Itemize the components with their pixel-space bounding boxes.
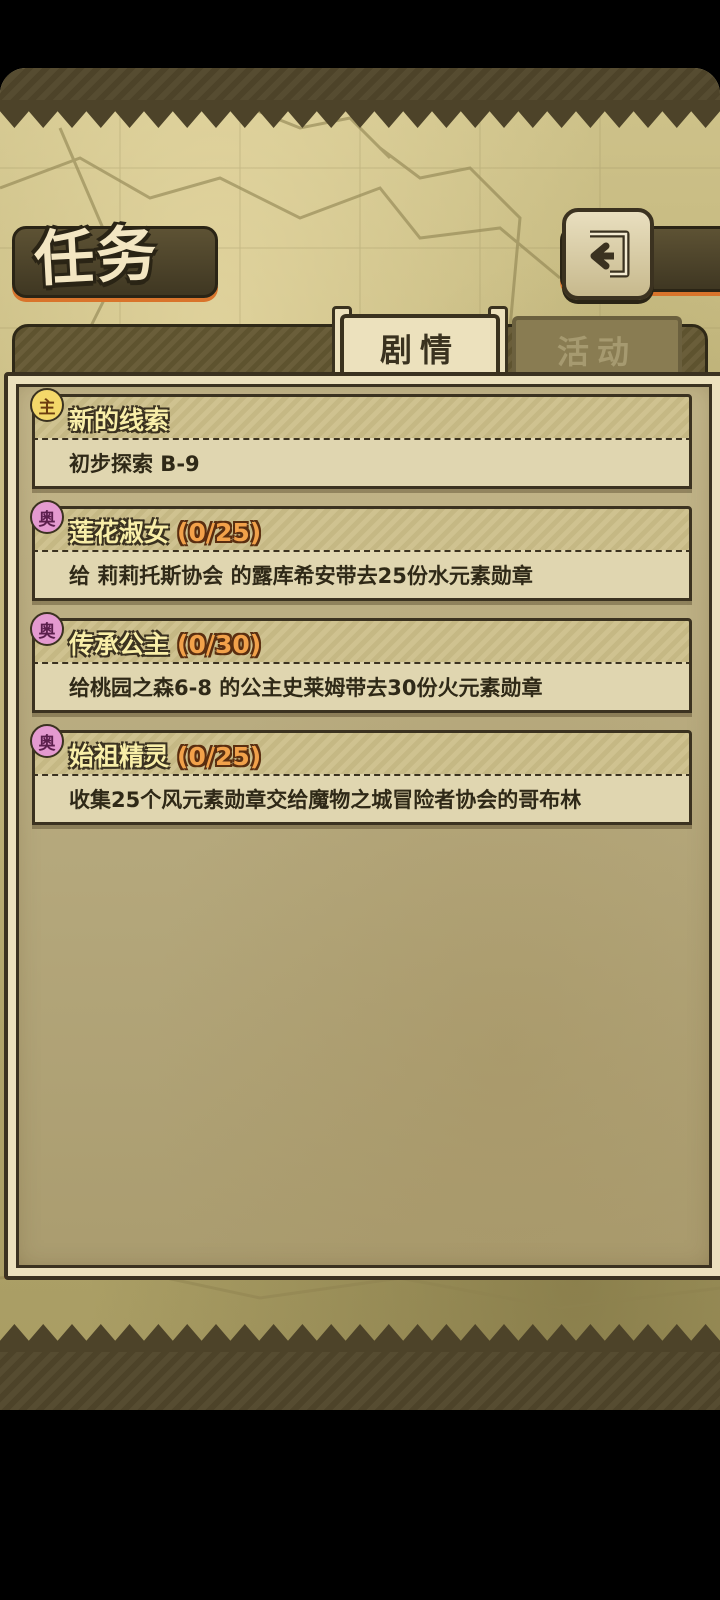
- quest-progress: (0/25): [177, 518, 262, 547]
- quest-header: 始祖精灵 (0/25): [32, 730, 692, 778]
- quest-progress: (0/25): [177, 742, 262, 771]
- quest-title: 新的线索: [69, 406, 170, 435]
- quest-header: 传承公主 (0/30): [32, 618, 692, 666]
- quest-item[interactable]: 新的线索 主 初步探索 B-9: [30, 388, 692, 492]
- side-quest-badge-icon: 奥: [30, 612, 64, 646]
- tab-events[interactable]: 活动: [512, 316, 682, 380]
- return-arrow-icon: [590, 230, 630, 278]
- quest-title: 始祖精灵 (0/25): [69, 742, 262, 771]
- quest-body: 给 莉莉托斯协会 的露库希安带去25份水元素勋章: [32, 550, 692, 601]
- quest-body: 给桃园之森6-8 的公主史莱姆带去30份火元素勋章: [32, 662, 692, 713]
- tab-story[interactable]: 剧情: [340, 314, 500, 378]
- side-quest-badge-icon: 奥: [30, 500, 64, 534]
- quest-header: 新的线索: [32, 394, 692, 442]
- quest-item[interactable]: 莲花淑女 (0/25) 奥 给 莉莉托斯协会 的露库希安带去25份水元素勋章: [30, 500, 692, 604]
- quest-description: 给 莉莉托斯协会 的露库希安带去25份水元素勋章: [69, 564, 533, 588]
- back-button[interactable]: [562, 208, 654, 300]
- quest-description: 收集25个风元素勋章交给魔物之城冒险者协会的哥布林: [69, 788, 582, 812]
- quest-header: 莲花淑女 (0/25): [32, 506, 692, 554]
- quest-progress: (0/30): [177, 630, 262, 659]
- page-title: 任务: [32, 218, 161, 296]
- quest-body: 初步探索 B-9: [32, 438, 692, 489]
- quest-title: 传承公主 (0/30): [69, 630, 262, 659]
- quest-item[interactable]: 传承公主 (0/30) 奥 给桃园之森6-8 的公主史莱姆带去30份火元素勋章: [30, 612, 692, 716]
- top-border-band: [0, 68, 720, 100]
- side-quest-badge-icon: 奥: [30, 724, 64, 758]
- quest-description: 初步探索 B-9: [69, 452, 200, 476]
- bottom-border-band: [0, 1352, 720, 1410]
- main-quest-badge-icon: 主: [30, 388, 64, 422]
- quest-item[interactable]: 始祖精灵 (0/25) 奥 收集25个风元素勋章交给魔物之城冒险者协会的哥布林: [30, 724, 692, 828]
- quest-title: 莲花淑女 (0/25): [69, 518, 262, 547]
- quest-description: 给桃园之森6-8 的公主史莱姆带去30份火元素勋章: [69, 676, 543, 700]
- quest-body: 收集25个风元素勋章交给魔物之城冒险者协会的哥布林: [32, 774, 692, 825]
